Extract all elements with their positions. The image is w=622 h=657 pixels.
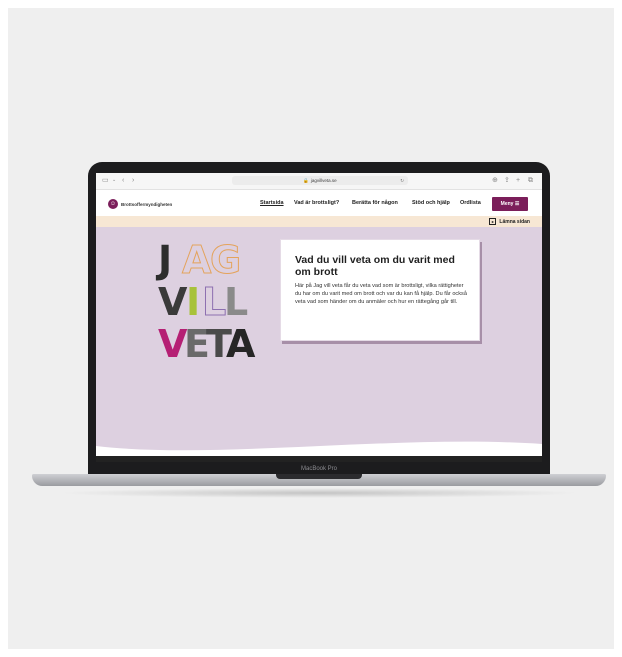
hamburger-icon: ☰ [514,201,520,207]
share-icon[interactable]: ⇪ [504,176,510,185]
exit-icon: ▸ [489,218,497,225]
letter-l2: L [224,280,249,324]
letter-j: J [158,238,173,282]
letter-i: I [186,280,201,324]
nav-stod-och-hjalp[interactable]: Stöd och hjälp [412,200,450,206]
forward-icon[interactable]: › [132,176,134,185]
chevron-down-icon[interactable]: ⌄ [112,176,116,185]
tabs-icon[interactable]: ⧉ [528,176,533,185]
lock-icon: 🔒 [303,178,309,183]
nav-ordlista[interactable]: Ordlista [460,200,481,206]
card-body: Här på Jag vill veta får du veta vad som… [295,283,467,305]
menu-button[interactable]: Meny ☰ [492,197,528,211]
letter-a2: A [226,322,256,366]
letter-a: A [181,238,212,282]
background: ▭ ⌄ ‹ › 🔒 jagvillveta.se ↻ ⊕ ⇪ + ⧉ ☺ Brot… [8,8,614,649]
leave-label: Lämna sidan [499,218,530,225]
url-text: jagvillveta.se [310,178,337,183]
letter-g: G [209,238,242,282]
site-logo[interactable]: ☺ Brottsoffermyndigheten [108,198,172,210]
address-bar[interactable]: 🔒 jagvillveta.se ↻ [232,176,408,185]
trackpad-notch [276,474,362,479]
screen-bottom-edge [96,456,542,462]
download-icon[interactable]: ⊕ [492,176,498,185]
letter-l1: L [201,280,227,324]
reload-icon[interactable]: ↻ [400,176,404,185]
card-title: Vad du vill veta om du varit med om brot… [295,254,455,278]
hero-section: J A G V I L L V E T A Vad du vill veta o… [96,227,542,462]
browser-toolbar: ▭ ⌄ ‹ › 🔒 jagvillveta.se ↻ ⊕ ⇪ + ⧉ [96,173,542,190]
letter-v2: V [158,322,188,366]
laptop-screen: ▭ ⌄ ‹ › 🔒 jagvillveta.se ↻ ⊕ ⇪ + ⧉ ☺ Brot… [96,173,542,462]
sidebar-icon[interactable]: ▭ [102,176,109,185]
site-header: ☺ Brottsoffermyndigheten Startsida Vad ä… [96,190,542,216]
leave-page-bar: ▸ Lämna sidan [96,216,542,227]
nav-beratta-for-nagon[interactable]: Berätta för någon [352,200,398,206]
logo-text: Brottsoffermyndigheten [121,201,173,207]
letter-v: V [158,280,188,324]
menu-label: Meny [500,201,514,207]
back-icon[interactable]: ‹ [122,176,124,185]
device-label: MacBook Pro [300,466,337,472]
new-tab-icon[interactable]: + [516,176,520,185]
nav-startsida[interactable]: Startsida [260,200,284,206]
nav-vad-ar-brottsligt[interactable]: Vad är brottsligt? [294,200,339,206]
leave-page-link[interactable]: ▸ Lämna sidan [489,218,530,225]
intro-card: Vad du vill veta om du varit med om brot… [280,239,480,341]
logo-icon: ☺ [108,199,118,209]
jag-vill-veta-lettering: J A G V I L L V E T A [158,238,255,371]
laptop-lid: ▭ ⌄ ‹ › 🔒 jagvillveta.se ↻ ⊕ ⇪ + ⧉ ☺ Brot… [88,162,550,476]
laptop-shadow [58,488,580,498]
laptop-base: MacBook Pro [32,466,606,486]
